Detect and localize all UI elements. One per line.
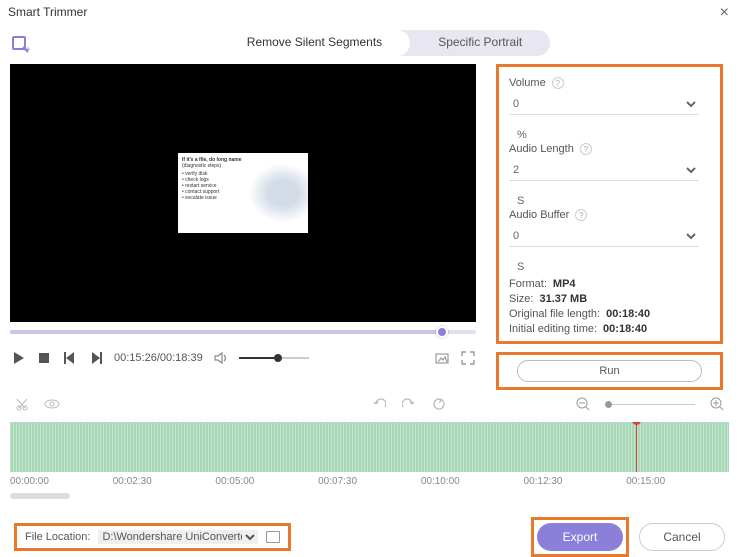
export-box: Export: [531, 517, 629, 557]
audio-waveform[interactable]: [10, 422, 729, 472]
timeline-ruler: 00:00:00 00:02:30 00:05:00 00:07:30 00:1…: [0, 472, 739, 487]
stop-icon[interactable]: [36, 350, 52, 366]
play-icon[interactable]: [10, 350, 26, 366]
playback-time: 00:15:26/00:18:39: [114, 352, 203, 364]
app-logo-icon: +: [10, 34, 30, 54]
size-value: 31.37 MB: [539, 293, 587, 305]
fullscreen-icon[interactable]: [460, 350, 476, 366]
reset-icon[interactable]: [431, 396, 447, 412]
cancel-button[interactable]: Cancel: [639, 523, 725, 551]
window-title: Smart Trimmer: [8, 5, 87, 19]
video-thumbnail: If it's a file, do long name (diagnostic…: [178, 153, 308, 233]
zoom-out-icon[interactable]: [575, 396, 591, 412]
tab-specific-portrait[interactable]: Specific Portrait: [410, 30, 550, 56]
close-icon[interactable]: ×: [720, 4, 729, 22]
file-location-label: File Location:: [25, 531, 90, 543]
volume-select[interactable]: 0: [509, 93, 699, 115]
audio-length-select[interactable]: 2: [509, 159, 699, 181]
format-value: MP4: [553, 278, 576, 290]
audio-buffer-select[interactable]: 0: [509, 225, 699, 247]
zoom-in-icon[interactable]: [709, 396, 725, 412]
mode-tabs: Remove Silent Segments Specific Portrait: [219, 30, 550, 56]
volume-unit: %: [517, 129, 527, 141]
audio-buffer-label: Audio Buffer: [509, 209, 569, 221]
video-progress[interactable]: [10, 330, 476, 334]
undo-icon[interactable]: [371, 396, 387, 412]
eye-icon[interactable]: [44, 396, 60, 412]
prev-icon[interactable]: [62, 350, 78, 366]
volume-label: Volume: [509, 77, 546, 89]
help-icon[interactable]: ?: [580, 143, 592, 155]
run-button[interactable]: Run: [517, 360, 702, 382]
run-panel: Run: [496, 352, 723, 390]
edit-time-label: Initial editing time:: [509, 323, 597, 335]
orig-length-label: Original file length:: [509, 308, 600, 320]
next-icon[interactable]: [88, 350, 104, 366]
folder-icon[interactable]: [266, 531, 280, 543]
format-label: Format:: [509, 278, 547, 290]
video-preview[interactable]: If it's a file, do long name (diagnostic…: [10, 64, 476, 322]
cut-icon[interactable]: [14, 396, 30, 412]
tab-remove-silent[interactable]: Remove Silent Segments: [219, 30, 410, 56]
volume-slider[interactable]: [239, 357, 309, 359]
audio-buffer-unit: S: [517, 261, 524, 273]
audio-length-unit: S: [517, 195, 524, 207]
orig-length-value: 00:18:40: [606, 308, 650, 320]
edit-time-value: 00:18:40: [603, 323, 647, 335]
file-location-select[interactable]: D:\Wondershare UniConverter 1: [98, 530, 258, 544]
export-button[interactable]: Export: [537, 523, 623, 551]
zoom-slider[interactable]: [605, 404, 695, 405]
timeline-playhead[interactable]: [636, 422, 637, 472]
settings-panel: Volume? 0% Audio Length? 2 S Audio Buffer…: [496, 64, 723, 344]
size-label: Size:: [509, 293, 533, 305]
redo-icon[interactable]: [401, 396, 417, 412]
snapshot-icon[interactable]: [434, 350, 450, 366]
volume-icon[interactable]: [213, 350, 229, 366]
help-icon[interactable]: ?: [552, 77, 564, 89]
file-location-box: File Location: D:\Wondershare UniConvert…: [14, 523, 291, 551]
help-icon[interactable]: ?: [575, 209, 587, 221]
audio-length-label: Audio Length: [509, 143, 574, 155]
